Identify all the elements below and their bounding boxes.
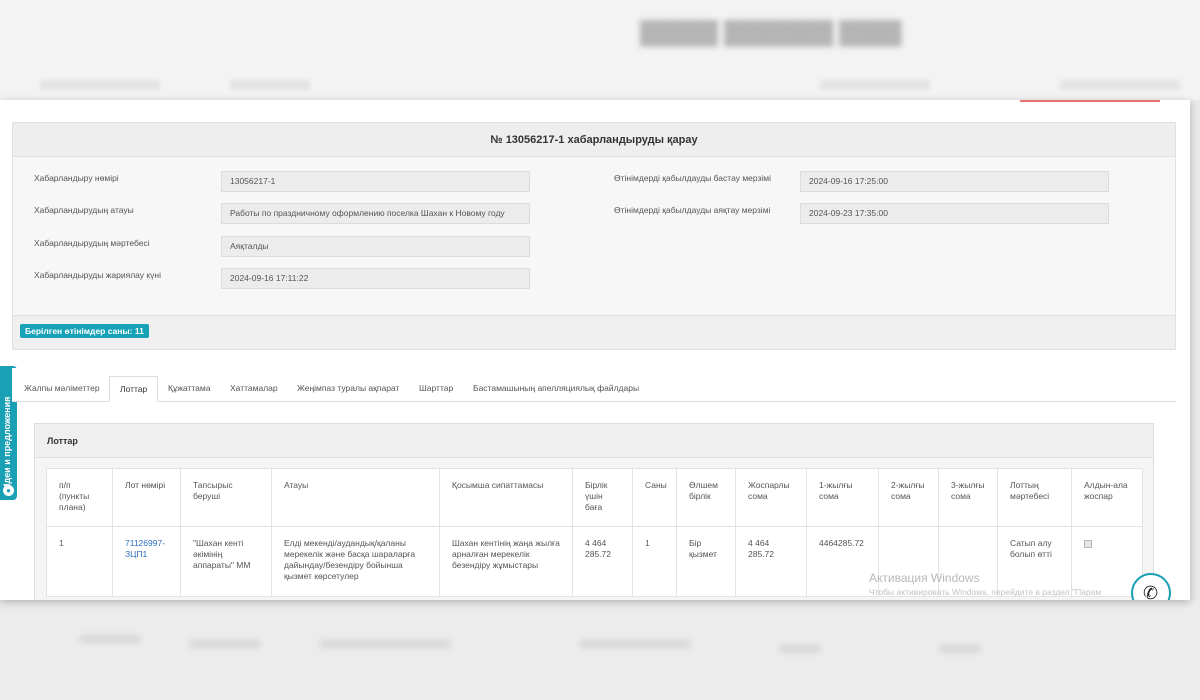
ideas-side-tab-label: Идеи и предложения [2,396,12,490]
blurred-heading: █████ ███████ ████ [640,20,902,45]
lots-panel: Лоттар п/п (пункты плана) Лот нөмірі Тап… [34,423,1154,600]
lightbulb-icon: ● [3,485,14,496]
announcement-form: Хабарландыру нөмірі 13056217-1 Хабарланд… [13,157,1175,315]
table-row: 1 71126997-ЗЦП1 "Шахан кенті әкімінің ап… [46,526,1143,597]
field-start-date: 2024-09-16 17:25:00 [800,171,1109,192]
blurred-line [1060,80,1180,90]
table-header-row: п/п (пункты плана) Лот нөмірі Тапсырыс б… [46,468,1143,527]
field-name: Работы по праздничному оформлению поселк… [221,203,530,224]
column-header: Алдын-ала жоспар [1071,468,1143,527]
field-publish-date: 2024-09-16 17:11:22 [221,268,530,289]
column-header: п/п (пункты плана) [46,468,113,527]
field-label-end-date: Өтінімдерді қабылдауды аяқтау мерзімі [614,205,771,215]
field-status: Аяқталды [221,236,530,257]
blurred-line [40,80,160,90]
preliminary-checkbox[interactable] [1084,540,1092,548]
page-title: № 13056217-1 хабарландыруды қарау [13,123,1175,157]
tab-winner-info[interactable]: Жеңімпаз туралы ақпарат [287,376,409,402]
blurred-line [820,80,930,90]
column-header: 2-жылғы сома [878,468,939,527]
field-label-start-date: Өтінімдерді қабылдауды бастау мерзімі [614,173,772,183]
tab-appeal-files[interactable]: Бастамашының апелляциялық файлдары [463,376,649,402]
field-label-status: Хабарландырудың мәртебесі [34,238,150,248]
cell-lot-number: 71126997-ЗЦП1 [112,526,181,597]
blurred-line [230,80,310,90]
column-header: Қосымша сипаттамасы [439,468,573,527]
cell-sum-year2 [878,526,939,597]
column-header: Өлшем бірлік [676,468,736,527]
column-header: Лоттың мәртебесі [997,468,1072,527]
cell-quantity: 1 [632,526,677,597]
field-label-name: Хабарландырудың атауы [34,205,134,215]
field-label-number: Хабарландыру нөмірі [34,173,119,183]
column-header: 1-жылғы сома [806,468,879,527]
field-end-date: 2024-09-23 17:35:00 [800,203,1109,224]
column-header: Атауы [271,468,440,527]
windows-activation-subtitle: Чтобы активировать Windows, перейдите в … [869,587,1102,597]
field-label-publish-date: Хабарландыруды жариялау күні [34,270,161,280]
column-header: 3-жылғы сома [938,468,998,527]
applications-strip: Берілген өтінімдер саны: 11 [13,315,1175,349]
cell-unit-price: 4 464 285.72 [572,526,633,597]
cell-status: Сатып алу болып өтті [997,526,1072,597]
column-header: Жоспарлы сома [735,468,807,527]
cell-planned-sum: 4 464 285.72 [735,526,807,597]
tab-protocols[interactable]: Хаттамалар [220,376,288,402]
background-bottom [0,600,1200,700]
cell-customer: "Шахан кенті әкімінің аппараты" ММ [180,526,272,597]
windows-activation-title: Активация Windows [869,571,980,585]
cell-num: 1 [46,526,113,597]
cell-sum-year1: 4464285.72 [806,526,879,597]
cell-name: Елді мекенді/аудандық/қаланы мерекелік ж… [271,526,440,597]
field-number: 13056217-1 [221,171,530,192]
tab-contracts[interactable]: Шарттар [409,376,463,402]
blurred-line [580,640,690,648]
blurred-line [80,635,140,643]
phone-icon: ✆ [1143,583,1159,600]
blurred-line [780,645,820,653]
announcement-page: № 13056217-1 хабарландыруды қарау Хабарл… [0,100,1190,600]
column-header: Бірлік үшін баға [572,468,633,527]
tab-general[interactable]: Жалпы мәліметтер [14,376,110,402]
lot-number-link[interactable]: 71126997-ЗЦП1 [125,538,165,559]
lots-title: Лоттар [35,424,1153,458]
tab-lots[interactable]: Лоттар [109,376,159,402]
column-header: Лот нөмірі [112,468,181,527]
blurred-line [940,645,980,653]
blurred-line [190,640,260,648]
blurred-line [320,640,450,648]
column-header: Тапсырыс беруші [180,468,272,527]
cell-sum-year3 [938,526,998,597]
applications-count-badge: Берілген өтінімдер саны: 11 [20,324,149,338]
accent-bar [1020,100,1160,102]
background-top: █████ ███████ ████ [0,0,1200,100]
tab-documents[interactable]: Құжаттама [158,376,220,402]
cell-description: Шахан кентінің жаңа жылға арналған мерек… [439,526,573,597]
phone-button[interactable]: ✆ [1131,573,1171,600]
announcement-panel: № 13056217-1 хабарландыруды қарау Хабарл… [12,122,1176,350]
tab-bar: Жалпы мәліметтер Лоттар Құжаттама Хаттам… [12,368,1176,402]
column-header: Саны [632,468,677,527]
cell-unit: Бір қызмет [676,526,736,597]
